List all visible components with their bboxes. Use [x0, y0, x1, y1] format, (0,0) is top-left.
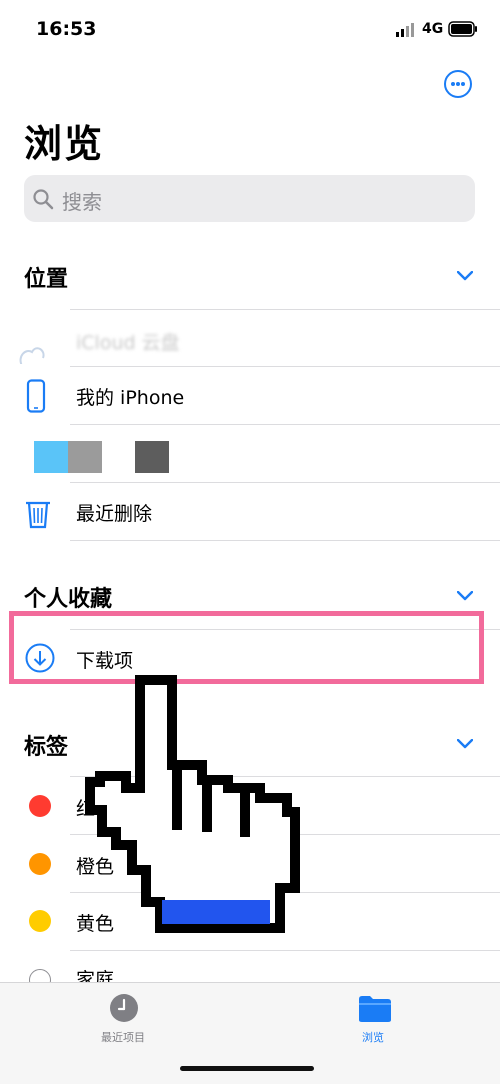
list-item-icloud[interactable]: iCloud 云盘: [0, 312, 500, 364]
tag-item-home[interactable]: 家庭: [0, 951, 500, 982]
list-item-my-iphone[interactable]: 我的 iPhone: [0, 367, 500, 424]
battery-icon: [448, 21, 477, 37]
orange-tag-dot: [29, 853, 51, 875]
section-title-tags: 标签: [24, 735, 69, 760]
folder-icon: [359, 996, 391, 1022]
redacted-block: [135, 441, 169, 473]
chevron-down-icon[interactable]: [457, 271, 473, 281]
highlight-box: [9, 611, 484, 684]
tag-item-red[interactable]: 红色: [0, 777, 500, 834]
tab-browse[interactable]: 浏览: [350, 991, 400, 1047]
list-item-recently-deleted[interactable]: 最近删除: [0, 483, 500, 540]
status-time: 16:53: [36, 18, 97, 40]
search-icon: [33, 189, 54, 210]
dot: [456, 82, 460, 86]
red-tag-dot: [29, 795, 51, 817]
divider: [70, 540, 500, 541]
cloud-icon: [19, 347, 45, 364]
tab-label: 最近项目: [101, 1031, 145, 1044]
search-placeholder: 搜索: [62, 190, 102, 214]
tag-item-orange[interactable]: 橙色: [0, 835, 500, 892]
network-type: 4G: [422, 21, 444, 37]
list-item-label: 我的 iPhone: [76, 387, 185, 409]
list-item-label: iCloud 云盘: [76, 332, 180, 354]
signal-icon: [396, 23, 414, 37]
tab-recents[interactable]: 最近项目: [95, 991, 155, 1047]
page-title: 浏览: [24, 122, 105, 166]
tag-item-yellow[interactable]: 黄色: [0, 893, 500, 950]
list-item-label: 家庭: [76, 969, 115, 982]
yellow-tag-dot: [29, 910, 51, 932]
more-options-button[interactable]: [444, 70, 472, 98]
divider: [70, 309, 500, 310]
list-item-label: 橙色: [76, 856, 115, 878]
redacted-block: [34, 441, 68, 473]
clock-icon: [110, 994, 138, 1022]
list-item-label: 黄色: [76, 913, 115, 935]
chevron-down-icon[interactable]: [457, 739, 473, 749]
section-title-favorites: 个人收藏: [24, 587, 113, 612]
home-indicator: [180, 1066, 314, 1071]
list-item-label: 红色: [76, 798, 115, 820]
search-field[interactable]: 搜索: [24, 175, 475, 222]
trash-icon: [26, 501, 50, 529]
iphone-icon: [26, 379, 46, 413]
list-item-label: 最近删除: [76, 503, 153, 525]
dot: [461, 82, 465, 86]
redacted-block: [68, 441, 102, 473]
home-tag-dot: [29, 969, 51, 982]
tab-label: 浏览: [362, 1031, 384, 1044]
dot: [451, 82, 455, 86]
chevron-down-icon[interactable]: [457, 591, 473, 601]
redacted-list-item[interactable]: [0, 425, 500, 481]
section-title-locations: 位置: [24, 267, 69, 292]
